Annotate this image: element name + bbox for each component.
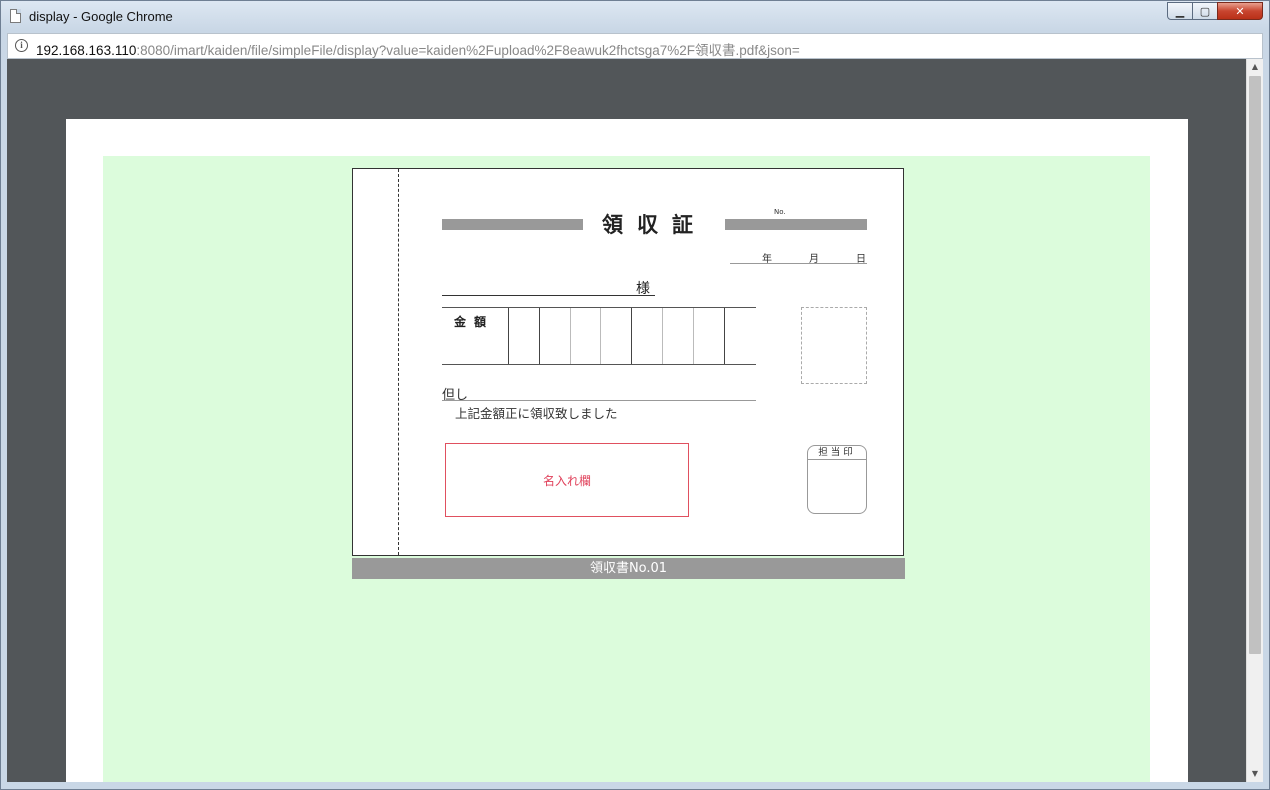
window-controls: ▁ ▢ ✕ [1167, 2, 1263, 20]
staff-seal-label: 担当印 [808, 446, 866, 460]
revenue-stamp-box [801, 307, 867, 384]
staff-seal-box: 担当印 [807, 445, 867, 514]
month-label: 月 [809, 254, 819, 265]
perforation-line [398, 169, 399, 555]
amount-digit-cell [724, 308, 725, 364]
receipt-form: 領収証 No. 年 月 日 様 金額 但し 上記金額正に領収致しました 名入れ欄… [352, 168, 904, 556]
page-background: 領収証 No. 年 月 日 様 金額 但し 上記金額正に領収致しました 名入れ欄… [103, 156, 1150, 782]
browser-window: display - Google Chrome ▁ ▢ ✕ i 192.168.… [0, 0, 1270, 790]
scroll-up-icon[interactable]: ▲ [1247, 59, 1263, 75]
amount-digit-cell [631, 308, 632, 364]
day-label: 日 [856, 254, 866, 265]
scroll-down-icon[interactable]: ▼ [1247, 766, 1263, 782]
url-text[interactable]: 192.168.163.110:8080/imart/kaiden/file/s… [36, 39, 800, 59]
proviso-label: 但し [442, 388, 469, 403]
year-label: 年 [762, 254, 772, 265]
title-bar[interactable]: display - Google Chrome ▁ ▢ ✕ [1, 1, 1269, 33]
proviso-line: 但し [442, 383, 756, 403]
window-title: display - Google Chrome [29, 9, 173, 24]
page-icon [10, 9, 21, 23]
addressee-line [442, 295, 655, 296]
receipt-no-label: No. [774, 208, 786, 216]
amount-digit-cell [508, 308, 509, 364]
title-bar-right [725, 219, 867, 230]
receipt-caption: 領収書No.01 [352, 558, 905, 579]
amount-label: 金額 [454, 315, 495, 329]
minimize-button[interactable]: ▁ [1167, 2, 1193, 20]
amount-digit-cell [693, 308, 694, 364]
close-button[interactable]: ✕ [1217, 2, 1263, 20]
vertical-scrollbar[interactable]: ▲ ▼ [1246, 59, 1263, 782]
name-box-label: 名入れ欄 [542, 473, 591, 488]
amount-grid: 金額 [442, 307, 756, 365]
received-statement: 上記金額正に領収致しました [455, 406, 618, 421]
amount-digit-cell [600, 308, 601, 364]
maximize-button[interactable]: ▢ [1192, 2, 1218, 20]
receipt-title: 領収証 [602, 212, 707, 237]
title-bar-left [442, 219, 583, 230]
pdf-viewer[interactable]: 領収証 No. 年 月 日 様 金額 但し 上記金額正に領収致しました 名入れ欄… [7, 59, 1263, 782]
scroll-thumb[interactable] [1249, 76, 1261, 654]
amount-digit-cell [570, 308, 571, 364]
date-row: 年 月 日 [730, 250, 867, 265]
amount-digit-cell [539, 308, 540, 364]
amount-digit-cell [662, 308, 663, 364]
address-bar[interactable]: i 192.168.163.110:8080/imart/kaiden/file… [7, 33, 1263, 59]
url-host: 192.168.163.110 [36, 43, 137, 58]
url-path: :8080/imart/kaiden/file/simpleFile/displ… [136, 43, 800, 58]
name-box: 名入れ欄 [445, 443, 689, 517]
pdf-page: 領収証 No. 年 月 日 様 金額 但し 上記金額正に領収致しました 名入れ欄… [66, 119, 1188, 782]
info-icon[interactable]: i [15, 39, 28, 52]
